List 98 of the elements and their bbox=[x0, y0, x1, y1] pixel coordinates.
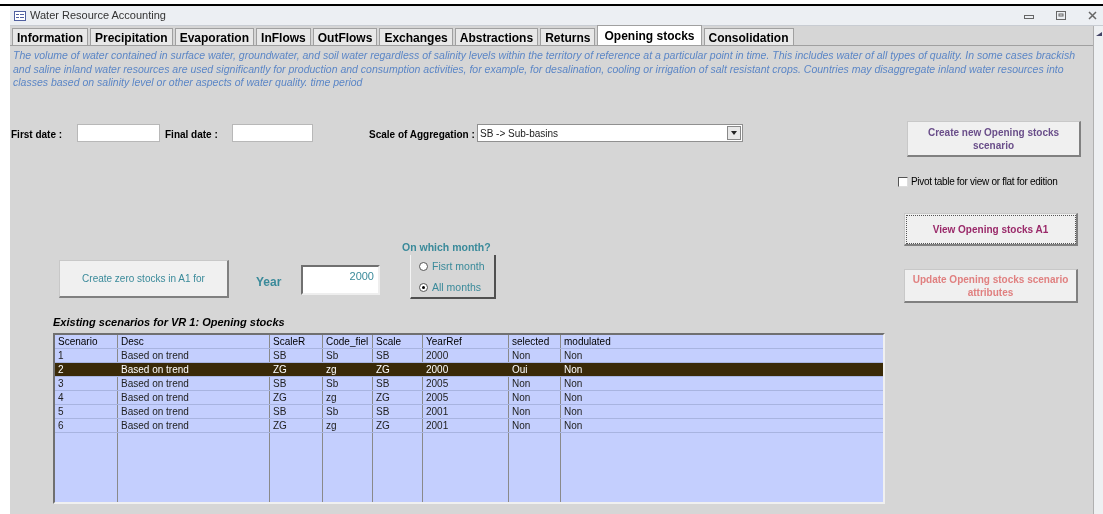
table-cell-text: 3 bbox=[57, 377, 65, 390]
table-cell-text: SB bbox=[272, 377, 288, 390]
table-cell-text: 2000 bbox=[425, 363, 450, 376]
table-cell-text: SB bbox=[272, 405, 288, 418]
table-cell-text: Based on trend bbox=[120, 391, 190, 404]
radio-label: Fisrt month bbox=[432, 259, 485, 274]
window-title: Water Resource Accounting bbox=[30, 8, 166, 24]
table-cell-text: Non bbox=[511, 419, 532, 432]
column-header: ScaleR bbox=[272, 335, 307, 348]
tab[interactable]: Consolidation bbox=[703, 28, 794, 45]
tab[interactable]: OutFlows bbox=[312, 28, 378, 45]
table-row[interactable]: 6 Based on trend ZG zg ZG 2001 Non Non bbox=[55, 419, 883, 433]
tab[interactable]: Abstractions bbox=[454, 28, 539, 45]
table-row[interactable]: 4 Based on trend ZG zg ZG 2005 Non Non bbox=[55, 391, 883, 405]
column-header: modulated bbox=[563, 335, 612, 348]
radio-button[interactable] bbox=[419, 283, 428, 293]
group-label: On which month? bbox=[402, 240, 491, 255]
table-cell-text: ZG bbox=[375, 419, 391, 432]
tab[interactable]: Opening stocks bbox=[597, 25, 702, 45]
table-cell-text: SB bbox=[375, 349, 391, 362]
table-cell-text: ZG bbox=[375, 363, 391, 376]
table-cell-text: 2000 bbox=[425, 349, 450, 362]
field-label: Year bbox=[256, 274, 282, 291]
table-cell-text: 6 bbox=[57, 419, 65, 432]
tab[interactable]: InFlows bbox=[256, 28, 311, 45]
column-header: selected bbox=[511, 335, 551, 348]
table-cell-text: ZG bbox=[272, 363, 288, 376]
table-cell-text: Non bbox=[563, 405, 584, 418]
table-cell-text: SB bbox=[375, 405, 391, 418]
field-label: First date : bbox=[11, 128, 63, 142]
table-cell-text: SB bbox=[375, 377, 391, 390]
date-field[interactable] bbox=[232, 124, 313, 142]
table-title: Existing scenarios for VR 1: Opening stocks bbox=[53, 315, 285, 330]
column-header: YearRef bbox=[425, 335, 463, 348]
checkbox[interactable] bbox=[898, 176, 908, 187]
table-cell-text: zg bbox=[325, 363, 338, 376]
table-cell-text: ZG bbox=[272, 419, 288, 432]
table-cell-text: 4 bbox=[57, 391, 65, 404]
table-cell-text: zg bbox=[325, 419, 338, 432]
table-cell-text: Based on trend bbox=[120, 405, 190, 418]
tab[interactable]: Information bbox=[12, 28, 88, 45]
table-cell-text: 2 bbox=[57, 363, 65, 376]
field-label: Final date : bbox=[165, 128, 218, 142]
table-cell-text: Non bbox=[563, 419, 584, 432]
table-cell-text: 5 bbox=[57, 405, 65, 418]
table-cell-text: Based on trend bbox=[120, 363, 190, 376]
tab[interactable]: Exchanges bbox=[379, 28, 453, 45]
table-cell-text: 2005 bbox=[425, 391, 450, 404]
column-header: Desc bbox=[120, 335, 145, 348]
table-cell-text: SB bbox=[272, 349, 288, 362]
table-cell-text: Sb bbox=[325, 349, 340, 362]
checkbox-label: Pivot table for view or flat for edition bbox=[911, 175, 1058, 189]
radio-button[interactable] bbox=[419, 262, 428, 272]
column-header: Scale bbox=[375, 335, 402, 348]
table-cell-text: ZG bbox=[272, 391, 288, 404]
form-icon bbox=[14, 10, 26, 21]
table-cell-text: Non bbox=[563, 377, 584, 390]
table-cell-text: Based on trend bbox=[120, 349, 190, 362]
year-field[interactable]: 2000 bbox=[301, 265, 380, 295]
table-cell-text: Based on trend bbox=[120, 377, 190, 390]
table-row[interactable]: 2 Based on trend ZG zg ZG 2000 Oui Non bbox=[55, 363, 883, 377]
tab[interactable]: Evaporation bbox=[174, 28, 255, 45]
table-cell-text: Non bbox=[563, 363, 584, 376]
field-label: Scale of Aggregation : bbox=[369, 128, 475, 142]
minimize-icon[interactable] bbox=[1024, 12, 1034, 19]
table-cell-text: Non bbox=[563, 391, 584, 404]
table-cell-text: Non bbox=[511, 349, 532, 362]
dropdown[interactable]: SB -> Sub-basins bbox=[477, 124, 743, 142]
column-header: Code_fiel bbox=[325, 335, 370, 348]
scroll-up-icon[interactable] bbox=[1094, 30, 1103, 38]
table-cell-text: Non bbox=[511, 405, 532, 418]
table-cell-text: Non bbox=[511, 391, 532, 404]
table-cell-text: 2001 bbox=[425, 405, 450, 418]
table-cell-text: Oui bbox=[511, 363, 529, 376]
description-text: The volume of water contained in surface water, groundwater, and soil water regardless of salinity levels within the territory of reference at a particular point in time. This includes water of all types of quality. In some cases brackish and saline inland water resources are used significantly for production and consumption activities, for example, for desalination, cooling or irrigation of salt resistant crops. Countries may disaggregate inland water resources into classes based on salinity level or other aspects of water quality. time period bbox=[12, 48, 1076, 90]
restore-icon[interactable] bbox=[1056, 11, 1066, 20]
table-cell-text: Non bbox=[511, 377, 532, 390]
tab[interactable]: Returns bbox=[540, 28, 596, 45]
table-cell-text: 1 bbox=[57, 349, 65, 362]
table-row[interactable]: 3 Based on trend SB Sb SB 2005 Non Non bbox=[55, 377, 883, 391]
table-cell-text: 2001 bbox=[425, 419, 450, 432]
create-zero-button[interactable]: Create zero stocks in A1 for bbox=[59, 260, 229, 298]
table-cell-text: zg bbox=[325, 391, 338, 404]
table-cell-text: Sb bbox=[325, 377, 340, 390]
column-header: Scenario bbox=[57, 335, 99, 348]
view-button[interactable]: View Opening stocks A1 bbox=[904, 213, 1078, 246]
table-cell-text: Based on trend bbox=[120, 419, 190, 432]
table-cell-text: Sb bbox=[325, 405, 340, 418]
close-icon[interactable] bbox=[1088, 11, 1097, 20]
table-row[interactable]: 5 Based on trend SB Sb SB 2001 Non Non bbox=[55, 405, 883, 419]
scrollbar[interactable] bbox=[1093, 26, 1103, 514]
radio-label: All months bbox=[432, 279, 482, 295]
table-cell-text: 2005 bbox=[425, 377, 450, 390]
date-field[interactable] bbox=[77, 124, 160, 142]
table-cell-text: Non bbox=[563, 349, 584, 362]
tab[interactable]: Precipitation bbox=[90, 28, 173, 45]
create-scenario-button[interactable]: Create new Opening stocks scenario bbox=[907, 121, 1081, 157]
table-cell-text: ZG bbox=[375, 391, 391, 404]
